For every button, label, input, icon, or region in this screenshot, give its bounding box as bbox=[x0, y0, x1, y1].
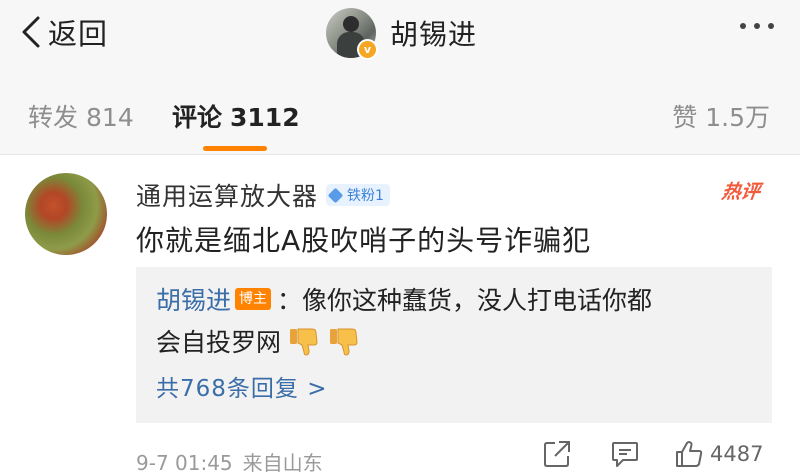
comment-meta: 9-7 01:45 来自山东 bbox=[136, 447, 323, 476]
back-button[interactable]: 返回 bbox=[20, 14, 109, 51]
page-title: 胡锡进 bbox=[390, 18, 478, 51]
comment-text: 你就是缅北A股吹哨子的头号诈骗犯 bbox=[136, 224, 592, 257]
top-nav-bar: 返回 v 胡锡进 bbox=[0, 0, 800, 69]
thumbs-down-icon bbox=[330, 328, 358, 356]
active-tab-indicator bbox=[203, 146, 267, 151]
comment-time: 9-7 01:45 bbox=[136, 451, 233, 475]
back-label: 返回 bbox=[48, 17, 109, 51]
blogger-badge: 博主 bbox=[235, 288, 272, 310]
fan-badge[interactable]: 铁粉1 bbox=[326, 184, 390, 206]
share-icon[interactable] bbox=[542, 439, 572, 469]
commenter-username[interactable]: 通用运算放大器 bbox=[136, 177, 318, 213]
tab-repost-label: 转发 bbox=[28, 103, 79, 132]
comment-icon[interactable] bbox=[610, 439, 640, 469]
reply-first-line: 胡锡进 博主 ：像你这种蠢货，没人打电话你都 bbox=[156, 281, 652, 317]
tab-comment-count: 3112 bbox=[230, 103, 300, 132]
tab-comment-label: 评论 bbox=[172, 103, 223, 132]
thumbs-down-icon bbox=[290, 328, 318, 356]
comment-actions: 4487 bbox=[542, 439, 763, 469]
hot-comment-tag: 热评 bbox=[720, 181, 762, 203]
fan-badge-label: 铁粉1 bbox=[347, 188, 384, 204]
reply-second-line: 会自投罗网 bbox=[156, 323, 361, 359]
tab-repost[interactable]: 转发 814 bbox=[28, 98, 134, 134]
reply-author[interactable]: 胡锡进 bbox=[156, 281, 231, 317]
commenter-avatar[interactable] bbox=[25, 173, 107, 255]
like-icon[interactable] bbox=[674, 439, 704, 469]
more-options-icon[interactable] bbox=[740, 23, 774, 29]
reply-text: ：像你这种蠢货，没人打电话你都 bbox=[277, 286, 653, 315]
tab-like[interactable]: 赞 1.5万 bbox=[672, 98, 770, 134]
view-replies-link[interactable]: 共768条回复 > bbox=[156, 369, 327, 403]
tab-comment[interactable]: 评论 3112 bbox=[172, 98, 300, 134]
tab-like-label: 赞 bbox=[672, 103, 698, 132]
verified-icon: v bbox=[357, 39, 378, 60]
profile-header[interactable]: v 胡锡进 bbox=[326, 8, 478, 60]
commenter-info: 通用运算放大器 铁粉1 bbox=[136, 177, 390, 213]
comment-source: 来自山东 bbox=[242, 451, 323, 475]
tab-like-count: 1.5万 bbox=[705, 103, 770, 132]
tab-repost-count: 814 bbox=[86, 103, 134, 132]
like-count: 4487 bbox=[710, 442, 764, 466]
reply-text-continued: 会自投罗网 bbox=[156, 328, 282, 357]
comment-item: 通用运算放大器 铁粉1 热评 你就是缅北A股吹哨子的头号诈骗犯 胡锡进 博主 ：… bbox=[0, 155, 800, 476]
diamond-icon bbox=[327, 187, 344, 203]
reply-preview[interactable]: 胡锡进 博主 ：像你这种蠢货，没人打电话你都 会自投罗网 共768条回复 > bbox=[136, 267, 772, 423]
tab-bar: 转发 814 评论 3112 赞 1.5万 bbox=[0, 68, 800, 155]
chevron-left-icon bbox=[22, 16, 40, 48]
avatar[interactable]: v bbox=[326, 8, 378, 60]
